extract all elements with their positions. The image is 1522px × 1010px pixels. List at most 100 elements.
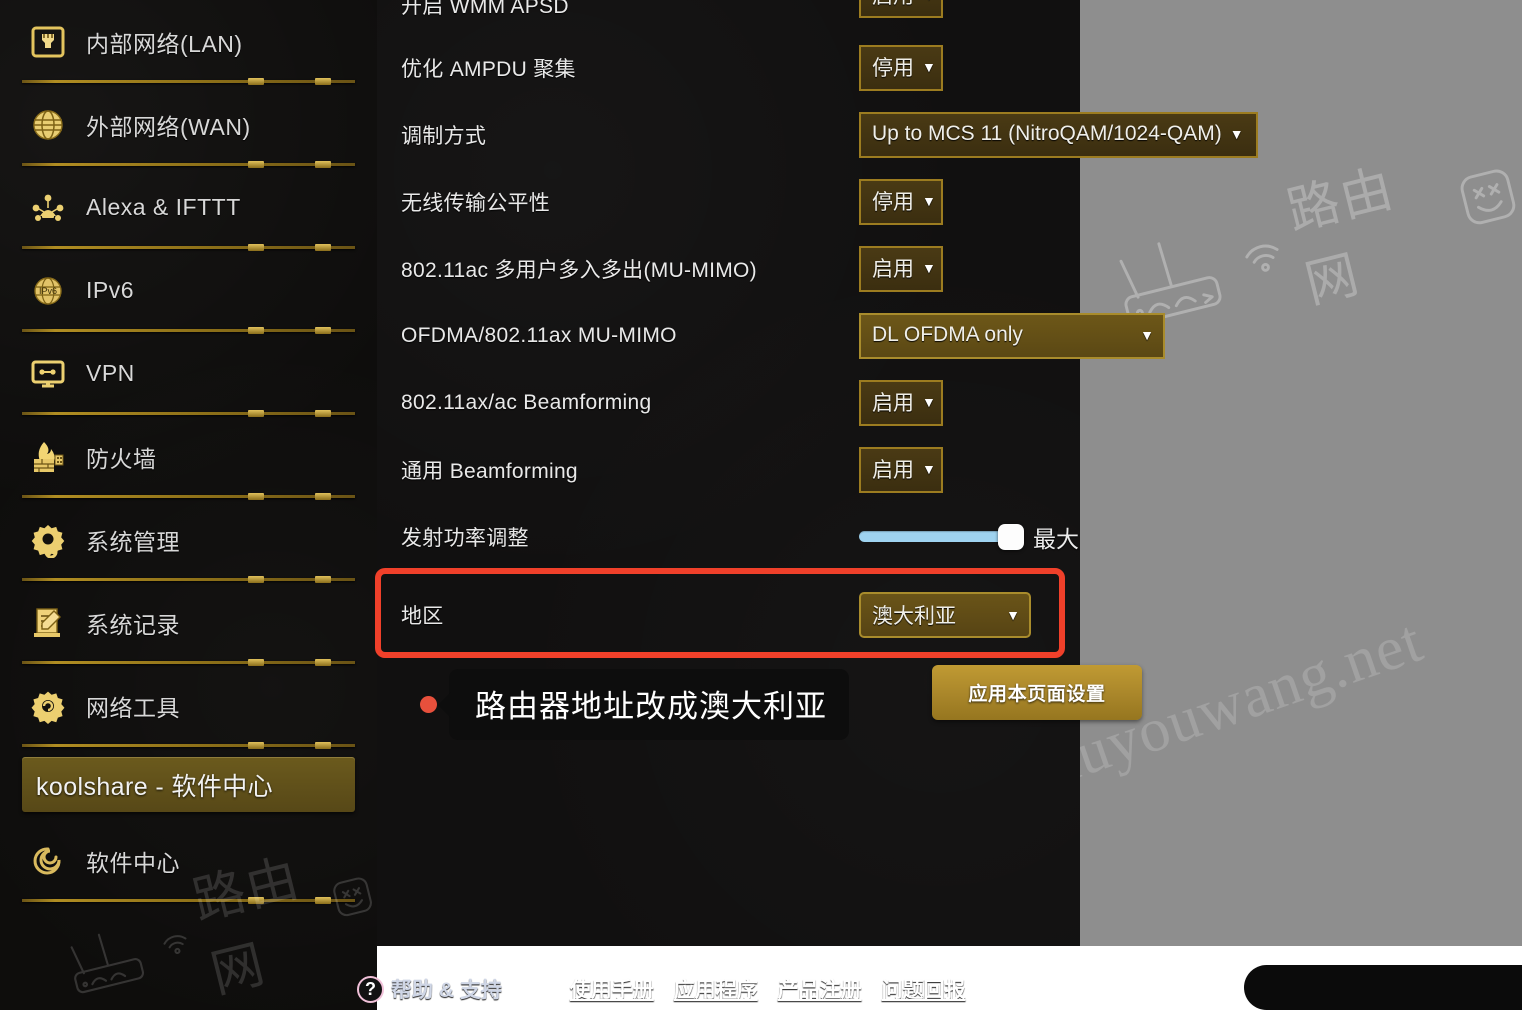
airtime-fairness-select[interactable]: 停用 ▼ <box>859 178 943 225</box>
select-value: 停用 <box>872 191 914 214</box>
row-control: 停用 ▼ <box>859 178 943 225</box>
sidebar-item-label: 防火墙 <box>86 445 157 472</box>
chevron-down-icon: ▼ <box>922 0 936 3</box>
select-value: Up to MCS 11 (NitroQAM/1024-QAM) <box>872 122 1222 145</box>
sidebar-divider <box>22 897 355 904</box>
select-value: 停用 <box>872 57 914 80</box>
row-label: 802.11ac 多用户多入多出(MU-MIMO) <box>401 258 757 282</box>
software-center-icon <box>28 841 68 881</box>
row-control: DL OFDMA only ▼ <box>859 312 1165 359</box>
settings-rows: 开启 WMM APSD 启用 ▼ 优化 AMPDU 聚集 停用 ▼ <box>377 0 1258 660</box>
settings-row: 调制方式 Up to MCS 11 (NitroQAM/1024-QAM) ▼ <box>377 101 1258 168</box>
footer-link-register[interactable]: 产品注册 <box>778 974 862 1004</box>
help-icon[interactable]: ? <box>357 975 384 1003</box>
chevron-down-icon: ▼ <box>922 461 936 477</box>
wmm-apsd-select[interactable]: 启用 ▼ <box>859 0 943 18</box>
router-icon <box>70 933 145 994</box>
ipv6-icon: IPv6 <box>28 271 68 311</box>
settings-row: 802.11ac 多用户多入多出(MU-MIMO) 启用 ▼ <box>377 235 1080 302</box>
callout-dot <box>420 696 437 713</box>
wifi-icon <box>163 935 187 954</box>
sidebar-item-label: Alexa & IFTTT <box>86 194 241 220</box>
sidebar-item-label: 系统管理 <box>86 528 180 555</box>
sidebar-item-wan[interactable]: 外部网络(WAN) <box>0 83 377 168</box>
svg-text:IPv6: IPv6 <box>39 286 57 296</box>
screen-root: www.luyouwang.net 路由网 <box>0 0 1522 1010</box>
sidebar-item-label: 网络工具 <box>86 694 180 721</box>
sidebar-item-alexa-ifttt[interactable]: Alexa & IFTTT <box>0 166 377 251</box>
sidebar: 内部网络(LAN) 外部网络(WAN) Alexa & IFTTT IPv6 I… <box>0 0 377 1010</box>
row-label: 发射功率调整 <box>401 526 529 550</box>
universal-beamforming-select[interactable]: 启用 ▼ <box>859 446 943 493</box>
help-label: 帮助 & 支持 <box>391 979 502 1002</box>
chevron-down-icon: ▼ <box>1006 606 1020 623</box>
network-tools-icon <box>28 686 68 726</box>
row-control: Up to MCS 11 (NitroQAM/1024-QAM) ▼ <box>859 111 1258 158</box>
annotation-callout: 路由器地址改成澳大利亚 <box>420 669 849 740</box>
system-admin-icon <box>28 520 68 560</box>
sidebar-item-label: 软件中心 <box>86 850 180 876</box>
footer-link-manual[interactable]: 使用手册 <box>570 974 654 1004</box>
select-value: DL OFDMA only <box>872 323 1023 346</box>
row-label: 优化 AMPDU 聚集 <box>401 57 576 81</box>
sidebar-item-ipv6[interactable]: IPv6 IPv6 <box>0 249 377 334</box>
settings-row: 优化 AMPDU 聚集 停用 ▼ <box>377 34 1080 101</box>
row-label: 调制方式 <box>401 124 487 148</box>
footer-links: 使用手册 | 应用程序 | 产品注册 | 问题回报 <box>570 974 966 1004</box>
sidebar-item-software-center[interactable]: 软件中心 <box>0 820 377 904</box>
sidebar-item-system-admin[interactable]: 系统管理 <box>0 498 377 583</box>
firewall-icon <box>28 437 68 477</box>
sidebar-item-label: 系统记录 <box>86 611 180 638</box>
chevron-down-icon: ▼ <box>922 193 936 209</box>
settings-row: 发射功率调整 最大 <box>377 503 1080 570</box>
ofdma-select[interactable]: DL OFDMA only ▼ <box>859 312 1165 359</box>
lan-icon <box>28 22 68 62</box>
bottom-right-pill <box>1244 965 1522 1010</box>
tx-power-value: 最大 <box>1033 525 1079 552</box>
footer-separator: | <box>868 977 875 1000</box>
globe-icon <box>28 105 68 145</box>
system-log-icon <box>28 603 68 643</box>
ampdu-select[interactable]: 停用 ▼ <box>859 44 943 91</box>
row-label: 通用 Beamforming <box>401 459 578 483</box>
chevron-down-icon: ▼ <box>922 260 936 276</box>
sidebar-divider <box>22 742 355 749</box>
sidebar-item-network-tools[interactable]: 网络工具 <box>0 664 377 749</box>
sidebar-item-system-log[interactable]: 系统记录 <box>0 581 377 666</box>
footer-link-feedback[interactable]: 问题回报 <box>882 974 966 1004</box>
mu-mimo-select[interactable]: 启用 ▼ <box>859 245 943 292</box>
slider-thumb[interactable] <box>998 524 1024 550</box>
sidebar-item-firewall[interactable]: 防火墙 <box>0 415 377 500</box>
row-control: 最大 <box>859 520 1079 554</box>
settings-panel: 开启 WMM APSD 启用 ▼ 优化 AMPDU 聚集 停用 ▼ <box>377 0 1258 946</box>
modulation-select[interactable]: Up to MCS 11 (NitroQAM/1024-QAM) ▼ <box>859 111 1258 158</box>
footer-link-apps[interactable]: 应用程序 <box>674 974 758 1004</box>
sidebar-item-label: VPN <box>86 360 135 386</box>
footer: ? 帮助 & 支持 使用手册 | 应用程序 | 产品注册 | 问题回报 <box>357 968 1080 1010</box>
sidebar-item-label: 内部网络(LAN) <box>86 30 243 57</box>
alexa-icon <box>28 188 68 228</box>
select-value: 澳大利亚 <box>872 604 956 628</box>
ax-ac-beamforming-select[interactable]: 启用 ▼ <box>859 379 943 426</box>
chevron-down-icon: ▼ <box>922 59 936 75</box>
select-value: 启用 <box>872 258 914 281</box>
chevron-down-icon: ▼ <box>1229 126 1244 142</box>
sidebar-item-label: 外部网络(WAN) <box>86 113 251 140</box>
select-value: 启用 <box>872 459 914 482</box>
tx-power-slider[interactable] <box>859 524 1024 550</box>
footer-separator: | <box>660 977 667 1000</box>
row-control: 停用 ▼ <box>859 44 943 91</box>
settings-row-region: 地区 澳大利亚 ▼ <box>377 570 1080 660</box>
row-control: 启用 ▼ <box>859 446 943 493</box>
sidebar-item-vpn[interactable]: VPN <box>0 332 377 417</box>
select-value: 启用 <box>872 0 914 10</box>
row-label: 无线传输公平性 <box>401 191 551 215</box>
settings-row: OFDMA/802.11ax MU-MIMO DL OFDMA only ▼ <box>377 302 1165 369</box>
region-select[interactable]: 澳大利亚 ▼ <box>859 592 1031 638</box>
footer-separator: | <box>764 977 771 1000</box>
settings-row: 开启 WMM APSD 启用 ▼ <box>377 0 1080 34</box>
chevron-down-icon: ▼ <box>1140 327 1154 343</box>
sidebar-item-lan[interactable]: 内部网络(LAN) <box>0 0 377 85</box>
apply-button[interactable]: 应用本页面设置 <box>932 665 1142 720</box>
sidebar-section-koolshare[interactable]: koolshare - 软件中心 <box>22 757 355 812</box>
